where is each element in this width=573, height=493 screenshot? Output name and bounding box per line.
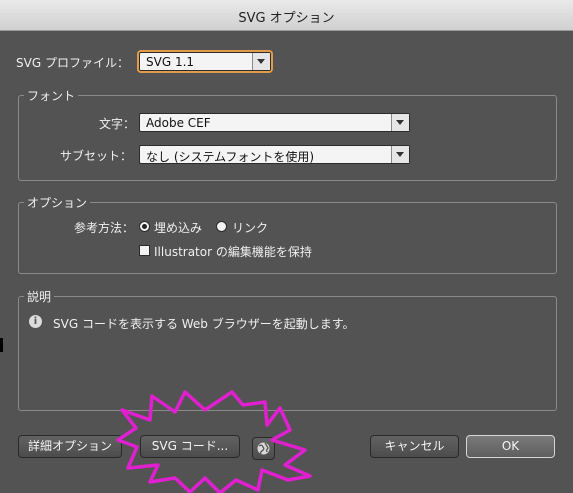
options-group bbox=[18, 202, 557, 274]
info-icon: i bbox=[29, 315, 42, 328]
subset-value: なし (システムフォントを使用) bbox=[146, 150, 315, 164]
profile-select[interactable]: SVG 1.1 bbox=[139, 52, 271, 71]
svg-options-dialog: SVG オプション SVG プロファイル： SVG 1.1 フォント 文字： A… bbox=[0, 0, 573, 493]
more-options-button[interactable]: 詳細オプション bbox=[18, 435, 122, 458]
font-group bbox=[18, 95, 557, 181]
description-group bbox=[18, 296, 557, 411]
options-group-title: オプション bbox=[24, 194, 91, 211]
ok-button[interactable]: OK bbox=[466, 435, 555, 458]
subset-label: サブセット： bbox=[60, 149, 133, 163]
window-title: SVG オプション bbox=[238, 11, 335, 26]
link-label: リンク bbox=[232, 221, 269, 235]
type-label: 文字： bbox=[99, 117, 136, 131]
description-text: SVG コードを表示する Web ブラウザーを起動します。 bbox=[53, 317, 355, 331]
cancel-button[interactable]: キャンセル bbox=[370, 435, 459, 458]
chevron-down-icon bbox=[391, 114, 409, 131]
profile-label: SVG プロファイル： bbox=[16, 56, 129, 70]
subset-select[interactable]: なし (システムフォントを使用) bbox=[139, 145, 410, 164]
title-bar: SVG オプション bbox=[0, 0, 573, 31]
left-edge-mark bbox=[0, 338, 3, 352]
description-group-title: 説明 bbox=[24, 288, 55, 305]
svg-code-button[interactable]: SVG コード... bbox=[140, 435, 240, 458]
preserve-checkbox[interactable] bbox=[139, 245, 150, 256]
embed-radio[interactable] bbox=[139, 221, 150, 232]
method-label: 参考方法： bbox=[74, 221, 135, 235]
chevron-down-icon bbox=[252, 53, 270, 70]
profile-value: SVG 1.1 bbox=[146, 55, 195, 69]
type-select[interactable]: Adobe CEF bbox=[139, 113, 410, 132]
chevron-down-icon bbox=[391, 146, 409, 163]
type-value: Adobe CEF bbox=[146, 116, 211, 130]
font-group-title: フォント bbox=[24, 87, 79, 104]
globe-icon[interactable] bbox=[252, 437, 275, 460]
preserve-label: Illustrator の編集機能を保持 bbox=[154, 245, 312, 259]
link-radio[interactable] bbox=[216, 221, 227, 232]
embed-label: 埋め込み bbox=[154, 221, 203, 235]
